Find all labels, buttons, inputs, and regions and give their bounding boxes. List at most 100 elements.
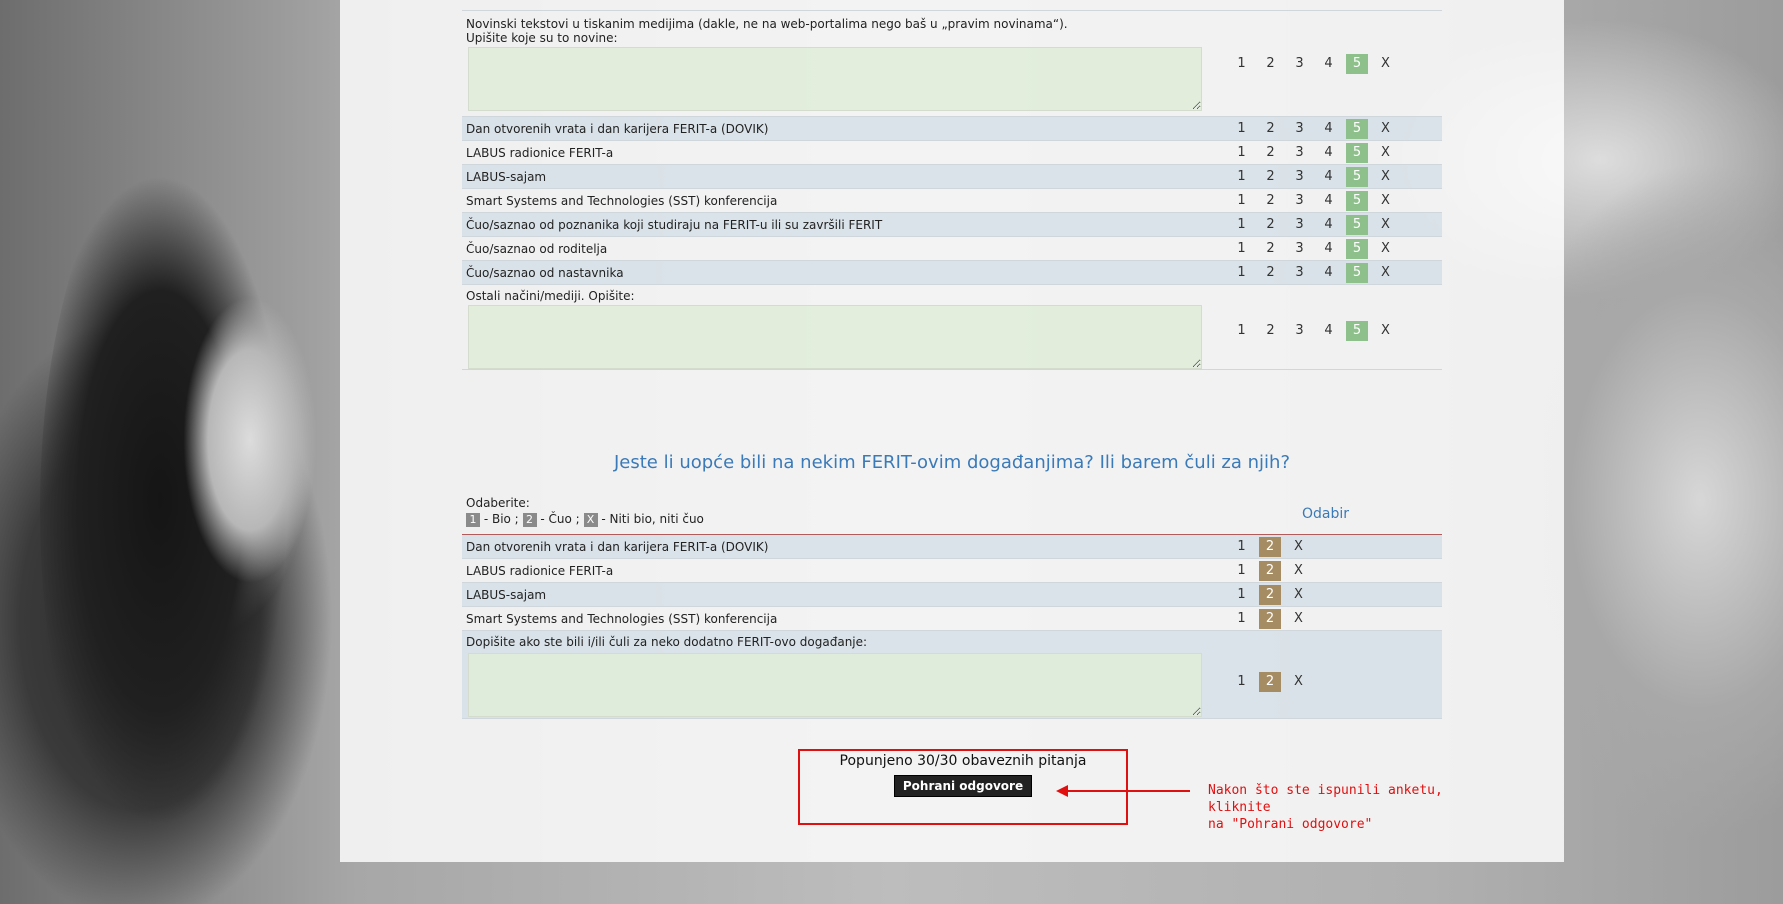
rating-option[interactable]: 1 [1227, 239, 1256, 259]
rating-option[interactable]: 4 [1314, 143, 1343, 163]
choice-option-selected[interactable]: 2 [1259, 608, 1281, 629]
choice-option[interactable]: X [1284, 672, 1313, 692]
rating-option[interactable]: 2 [1256, 191, 1285, 211]
rating-option[interactable]: X [1371, 119, 1400, 139]
choice-option-selected[interactable]: 2 [1259, 536, 1281, 557]
question-label: Dan otvorenih vrata i dan karijera FERIT… [466, 121, 769, 136]
rating-option[interactable]: 3 [1285, 119, 1314, 139]
newspaper-input[interactable] [468, 47, 1202, 111]
save-answers-button[interactable]: Pohrani odgovore [893, 775, 1033, 797]
question-label: Čuo/saznao od poznanika koji studiraju n… [466, 217, 883, 232]
rating-option[interactable]: 3 [1285, 239, 1314, 259]
rating-option[interactable]: X [1371, 263, 1400, 283]
rating-option[interactable]: 4 [1314, 167, 1343, 187]
question-label: Čuo/saznao od nastavnika [466, 265, 624, 280]
rating-option-selected[interactable]: 5 [1346, 262, 1368, 283]
callout-arrow-line [1066, 790, 1190, 792]
newspaper-question-text: Novinski tekstovi u tiskanim medijima (d… [466, 17, 1068, 31]
other-media-input[interactable] [468, 305, 1202, 369]
event-row: Smart Systems and Technologies (SST) kon… [462, 607, 1442, 631]
choice-option[interactable]: 1 [1227, 672, 1256, 692]
rating-option-selected[interactable]: 5 [1346, 166, 1368, 187]
rating-option[interactable]: 4 [1314, 321, 1343, 341]
rating-option[interactable]: 4 [1314, 119, 1343, 139]
rating-option[interactable]: 4 [1314, 215, 1343, 235]
additional-event-input[interactable] [468, 653, 1202, 717]
question-row: Čuo/saznao od poznanika koji studiraju n… [462, 213, 1442, 237]
rating-option[interactable]: X [1371, 167, 1400, 187]
event-label: Dan otvorenih vrata i dan karijera FERIT… [466, 539, 769, 554]
newspaper-question: Novinski tekstovi u tiskanim medijima (d… [462, 10, 1442, 117]
other-media-question: Ostali načini/mediji. Opišite: 12345X [462, 285, 1442, 370]
rating-option[interactable]: 3 [1285, 143, 1314, 163]
rating-option[interactable]: 1 [1227, 321, 1256, 341]
rating-option[interactable]: 2 [1256, 321, 1285, 341]
rating-option[interactable]: X [1371, 54, 1400, 74]
rating-option[interactable]: 2 [1256, 167, 1285, 187]
rating-option[interactable]: 1 [1227, 191, 1256, 211]
rating-option[interactable]: 1 [1227, 215, 1256, 235]
choice-option[interactable]: X [1284, 609, 1313, 629]
event-row: LABUS-sajam 12X [462, 583, 1442, 607]
rating-option-selected[interactable]: 5 [1346, 214, 1368, 235]
rating-option[interactable]: 1 [1227, 143, 1256, 163]
legend-text: - Bio ; [480, 512, 523, 526]
rating-option[interactable]: 4 [1314, 263, 1343, 283]
legend-text: - Niti bio, niti čuo [597, 512, 704, 526]
rating-option[interactable]: X [1371, 239, 1400, 259]
rating-option-selected[interactable]: 5 [1346, 238, 1368, 259]
rating-option[interactable]: 2 [1256, 239, 1285, 259]
rating-option[interactable]: 3 [1285, 321, 1314, 341]
question-row: Čuo/saznao od nastavnika 12345X [462, 261, 1442, 285]
rating-option[interactable]: 1 [1227, 167, 1256, 187]
question-label: Smart Systems and Technologies (SST) kon… [466, 193, 778, 208]
rating-option[interactable]: 1 [1227, 54, 1256, 74]
rating-option[interactable]: 2 [1256, 119, 1285, 139]
choice-option-selected[interactable]: 2 [1259, 671, 1281, 692]
choice-option[interactable]: 1 [1227, 585, 1256, 605]
rating-option-selected[interactable]: 5 [1346, 142, 1368, 163]
rating-option-selected[interactable]: 5 [1346, 321, 1368, 341]
event-label: LABUS radionice FERIT-a [466, 563, 614, 578]
rating-option[interactable]: 4 [1314, 239, 1343, 259]
event-label: LABUS-sajam [466, 587, 547, 602]
choice-option-selected[interactable]: 2 [1259, 560, 1281, 581]
completion-status: Popunjeno 30/30 obaveznih pitanja [839, 753, 1087, 769]
rating-option[interactable]: 3 [1285, 263, 1314, 283]
rating-option[interactable]: 1 [1227, 119, 1256, 139]
choice-option[interactable]: 1 [1227, 609, 1256, 629]
question-row: Čuo/saznao od roditelja 12345X [462, 237, 1442, 261]
rating-option[interactable]: 3 [1285, 191, 1314, 211]
choice-option-selected[interactable]: 2 [1259, 584, 1281, 605]
choice-option[interactable]: X [1284, 561, 1313, 581]
rating-option[interactable]: X [1371, 143, 1400, 163]
rating-option[interactable]: X [1371, 321, 1400, 341]
rating-option[interactable]: 2 [1256, 215, 1285, 235]
rating-option[interactable]: 2 [1256, 143, 1285, 163]
event-label: Smart Systems and Technologies (SST) kon… [466, 611, 778, 626]
rating-option[interactable]: 3 [1285, 54, 1314, 74]
event-row: LABUS radionice FERIT-a 12X [462, 559, 1442, 583]
choice-option[interactable]: 1 [1227, 537, 1256, 557]
rating-option-selected[interactable]: 5 [1346, 53, 1368, 74]
question-label: Čuo/saznao od roditelja [466, 241, 608, 256]
background-person-face [180, 290, 320, 590]
rating-option[interactable]: 2 [1256, 54, 1285, 74]
rating-option-selected[interactable]: 5 [1346, 118, 1368, 139]
choice-option[interactable]: 1 [1227, 561, 1256, 581]
question-row: Dan otvorenih vrata i dan karijera FERIT… [462, 117, 1442, 141]
rating-option[interactable]: 1 [1227, 263, 1256, 283]
rating-option-selected[interactable]: 5 [1346, 190, 1368, 211]
rating-option[interactable]: X [1371, 191, 1400, 211]
other-media-label: Ostali načini/mediji. Opišite: [466, 289, 635, 303]
rating-option[interactable]: 3 [1285, 215, 1314, 235]
section-media-ratings: Novinski tekstovi u tiskanim medijima (d… [462, 10, 1442, 370]
rating-option[interactable]: X [1371, 215, 1400, 235]
choice-option[interactable]: X [1284, 537, 1313, 557]
rating-option[interactable]: 4 [1314, 54, 1343, 74]
save-callout-box: Popunjeno 30/30 obaveznih pitanja Pohran… [798, 749, 1128, 825]
rating-option[interactable]: 2 [1256, 263, 1285, 283]
choice-option[interactable]: X [1284, 585, 1313, 605]
rating-option[interactable]: 3 [1285, 167, 1314, 187]
rating-option[interactable]: 4 [1314, 191, 1343, 211]
